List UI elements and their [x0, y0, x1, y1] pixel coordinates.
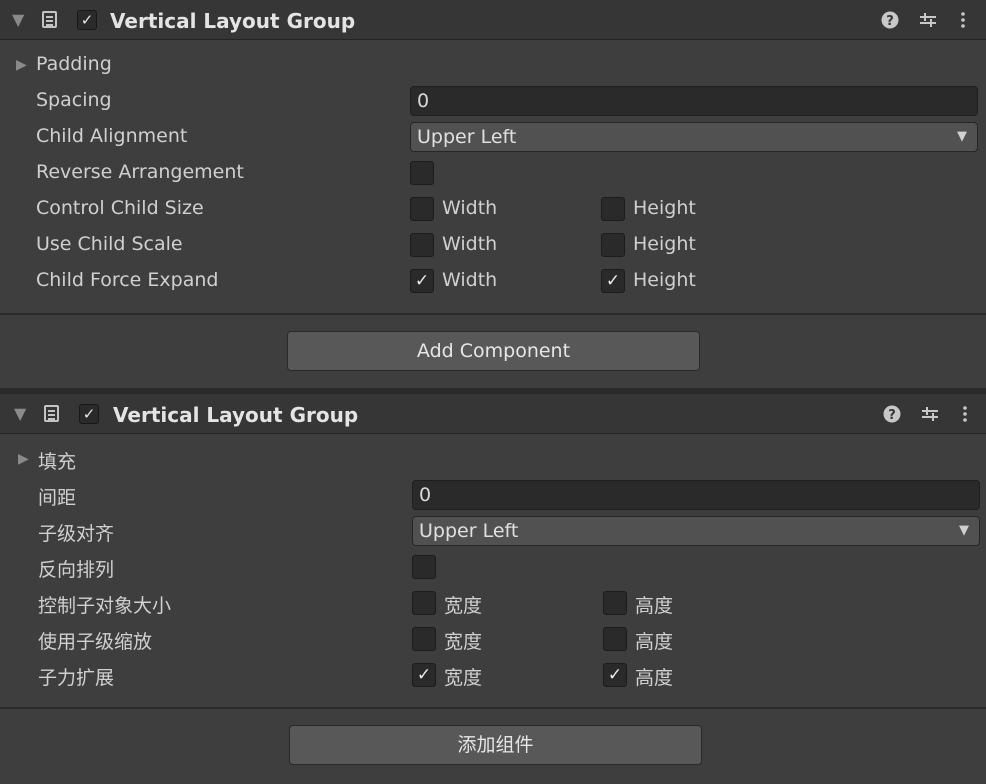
height-label: Height: [633, 233, 696, 255]
child-force-expand-width-checkbox[interactable]: ✓: [412, 663, 436, 687]
enabled-checkbox[interactable]: ✓: [79, 404, 99, 424]
add-component-button[interactable]: 添加组件: [289, 725, 702, 765]
inspector-component-english: ▼ ✓ Vertical Layout Group ? ▶ Padding Sp…: [0, 0, 986, 388]
control-child-size-width-checkbox[interactable]: [410, 197, 434, 221]
control-child-size-height-checkbox[interactable]: [601, 197, 625, 221]
reverse-arrangement-label: 反向排列: [38, 559, 115, 581]
child-force-expand-width-checkbox[interactable]: ✓: [410, 269, 434, 293]
foldout-triangle-icon[interactable]: ▼: [12, 10, 24, 30]
dropdown-value: Upper Left: [417, 126, 517, 148]
chevron-down-icon: ▼: [957, 129, 967, 144]
padding-label[interactable]: 填充: [38, 447, 76, 474]
width-label: 宽度: [444, 667, 483, 689]
child-force-expand-height-checkbox[interactable]: ✓: [603, 663, 627, 687]
child-alignment-label: 子级对齐: [38, 523, 115, 545]
section-divider: [0, 313, 986, 315]
presets-sliders-icon[interactable]: [918, 10, 938, 30]
control-child-size-width-checkbox[interactable]: [412, 591, 436, 615]
svg-text:?: ?: [886, 14, 894, 29]
height-label: Height: [633, 197, 696, 219]
component-title: Vertical Layout Group: [110, 9, 356, 33]
control-child-size-label: 控制子对象大小: [38, 595, 172, 617]
child-alignment-dropdown[interactable]: Upper Left ▼: [410, 122, 978, 152]
width-label: Width: [442, 197, 498, 219]
width-label: Width: [442, 233, 498, 255]
height-label: 高度: [635, 631, 674, 653]
reverse-arrangement-checkbox[interactable]: [410, 161, 434, 185]
width-label: 宽度: [444, 631, 483, 653]
component-header[interactable]: ▼ ✓ Vertical Layout Group ?: [0, 0, 986, 40]
component-header[interactable]: ▼ ✓ Vertical Layout Group ?: [0, 394, 986, 434]
dropdown-value: Upper Left: [419, 520, 519, 542]
component-title: Vertical Layout Group: [113, 403, 359, 427]
height-label: 高度: [635, 667, 674, 689]
presets-sliders-icon[interactable]: [920, 404, 940, 424]
child-force-expand-height-checkbox[interactable]: ✓: [601, 269, 625, 293]
control-child-size-label: Control Child Size: [36, 197, 204, 219]
foldout-triangle-icon[interactable]: ▼: [14, 404, 26, 424]
control-child-size-height-checkbox[interactable]: [603, 591, 627, 615]
use-child-scale-label: Use Child Scale: [36, 233, 183, 255]
spacing-label: Spacing: [36, 89, 112, 111]
svg-text:?: ?: [888, 408, 896, 423]
height-label: Height: [633, 269, 696, 291]
enabled-checkbox[interactable]: ✓: [77, 10, 97, 30]
use-child-scale-label: 使用子级缩放: [38, 631, 153, 653]
help-icon[interactable]: ?: [880, 10, 900, 30]
add-component-button[interactable]: Add Component: [287, 331, 700, 371]
width-label: 宽度: [444, 595, 483, 617]
script-book-icon: [44, 405, 59, 422]
spacing-input[interactable]: 0: [410, 86, 978, 116]
help-icon[interactable]: ?: [882, 404, 902, 424]
child-alignment-dropdown[interactable]: Upper Left ▼: [412, 516, 980, 546]
padding-foldout-icon[interactable]: ▶: [18, 449, 29, 469]
spacing-input[interactable]: 0: [412, 480, 980, 510]
child-force-expand-label: Child Force Expand: [36, 269, 219, 291]
use-child-scale-width-checkbox[interactable]: [412, 627, 436, 651]
use-child-scale-width-checkbox[interactable]: [410, 233, 434, 257]
use-child-scale-height-checkbox[interactable]: [603, 627, 627, 651]
section-divider: [0, 707, 986, 709]
spacing-label: 间距: [38, 487, 77, 509]
height-label: 高度: [635, 595, 674, 617]
chevron-down-icon: ▼: [959, 523, 969, 538]
child-alignment-label: Child Alignment: [36, 125, 188, 147]
script-book-icon: [42, 11, 57, 28]
inspector-component-chinese: ▼ ✓ Vertical Layout Group ? ▶ 填充 间距 0 子级…: [0, 394, 986, 784]
width-label: Width: [442, 269, 498, 291]
reverse-arrangement-checkbox[interactable]: [412, 555, 436, 579]
padding-label[interactable]: Padding: [36, 53, 112, 75]
kebab-menu-icon[interactable]: [955, 404, 975, 424]
child-force-expand-label: 子力扩展: [38, 667, 115, 689]
padding-foldout-icon[interactable]: ▶: [16, 55, 27, 75]
kebab-menu-icon[interactable]: [953, 10, 973, 30]
reverse-arrangement-label: Reverse Arrangement: [36, 161, 244, 183]
use-child-scale-height-checkbox[interactable]: [601, 233, 625, 257]
